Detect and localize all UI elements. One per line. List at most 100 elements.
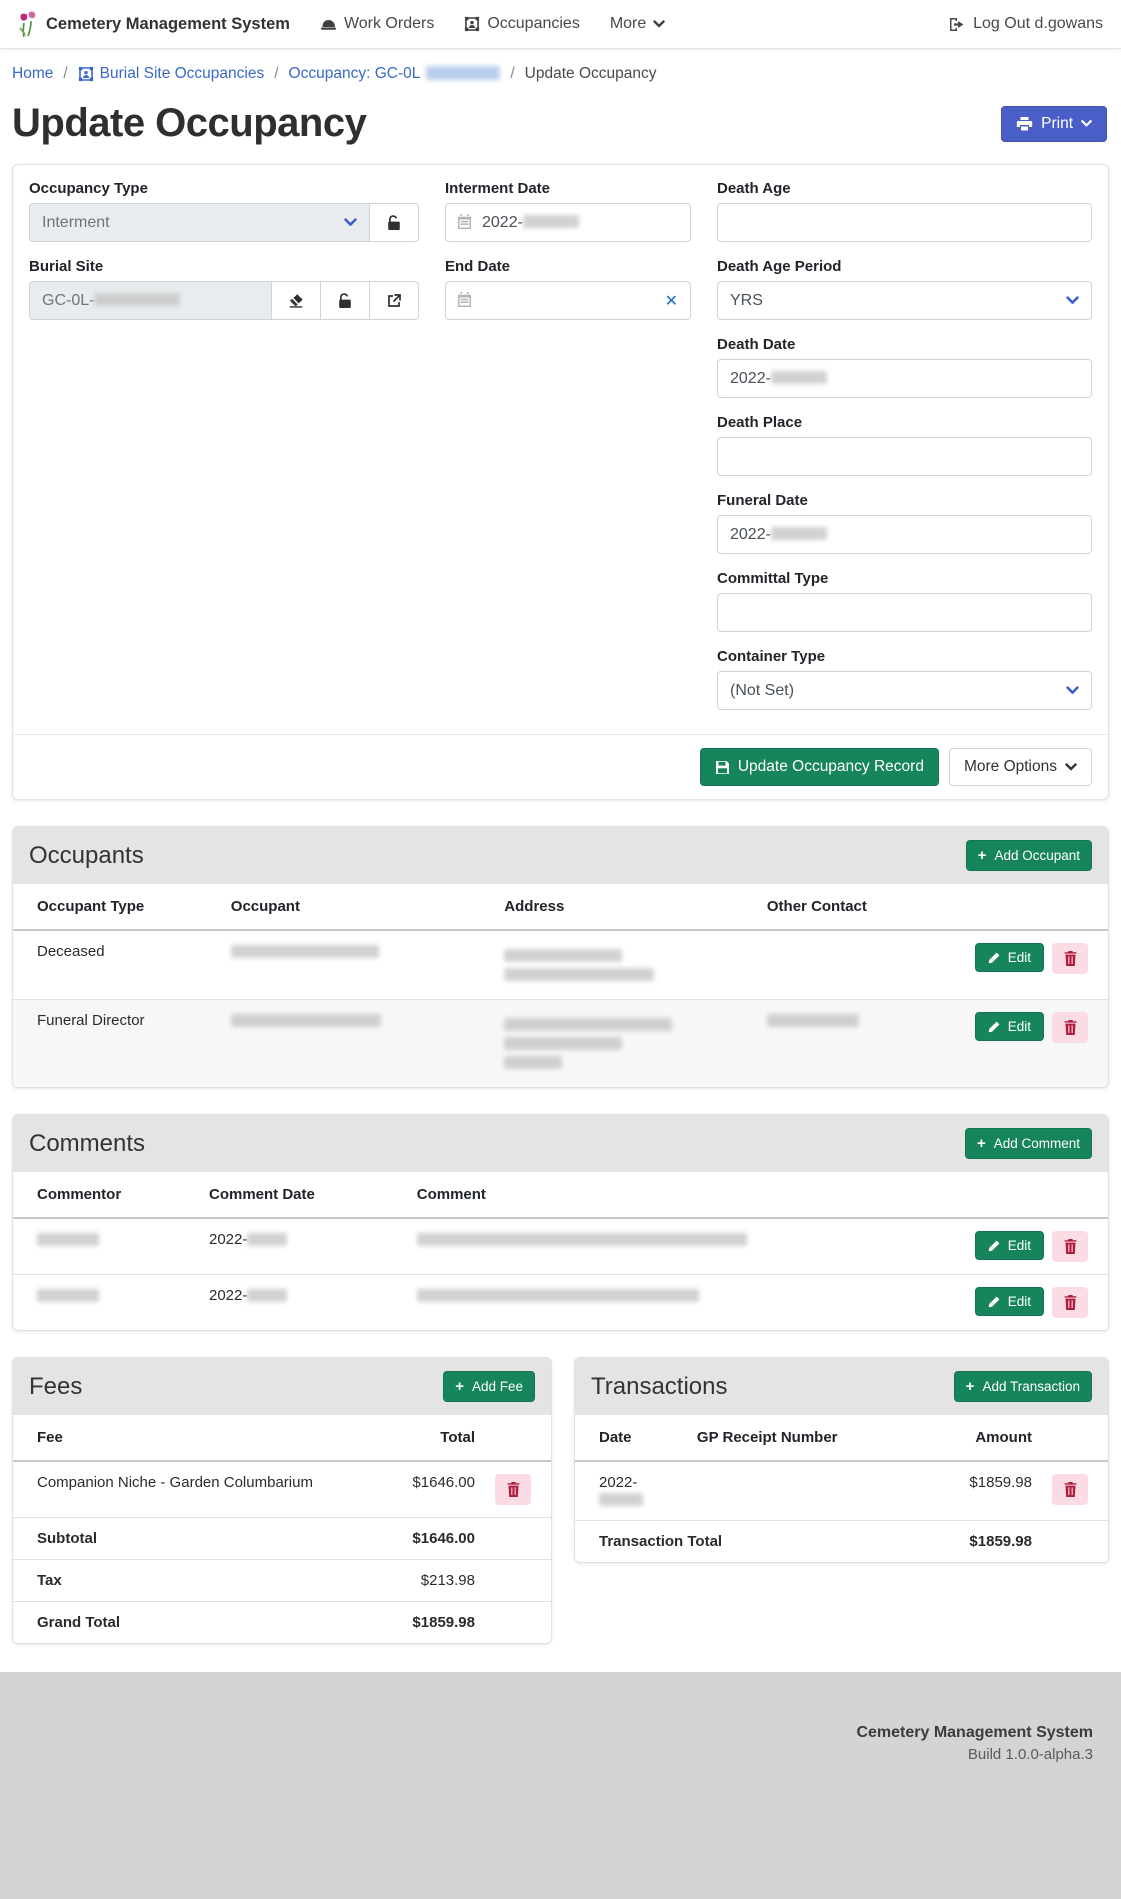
transaction-total-value: $1859.98 <box>932 1521 1042 1563</box>
pencil-icon <box>988 1296 1000 1308</box>
fees-title: Fees <box>29 1373 82 1401</box>
trash-icon <box>1064 1020 1077 1035</box>
update-occupancy-record-button[interactable]: Update Occupancy Record <box>700 748 939 786</box>
death-age-period-select[interactable]: YRS <box>717 281 1092 320</box>
end-date-input[interactable]: ✕ <box>445 281 691 320</box>
col-other-contact: Other Contact <box>757 884 965 930</box>
add-occupant-button[interactable]: + Add Occupant <box>966 840 1092 871</box>
logout-button[interactable]: Log Out d.gowans <box>948 15 1103 33</box>
fee-total-cell: $1646.00 <box>375 1461 485 1518</box>
nav-occupancies-label: Occupancies <box>487 15 580 33</box>
death-age-input[interactable] <box>717 203 1092 242</box>
add-comment-button[interactable]: + Add Comment <box>965 1128 1092 1159</box>
grand-total-label: Grand Total <box>13 1602 375 1644</box>
transaction-date-prefix: 2022- <box>599 1474 637 1491</box>
edit-occupant-button[interactable]: Edit <box>975 943 1044 972</box>
breadcrumb-home[interactable]: Home <box>12 65 53 83</box>
interment-date-label: Interment Date <box>445 180 691 197</box>
add-fee-button[interactable]: + Add Fee <box>443 1371 535 1402</box>
breadcrumb-occupancy[interactable]: Occupancy: GC-0L <box>289 65 501 83</box>
occupants-card: Occupants + Add Occupant Occupant Type O… <box>12 826 1109 1088</box>
trash-icon <box>1064 951 1077 966</box>
trash-icon <box>1064 1239 1077 1254</box>
add-transaction-label: Add Transaction <box>982 1379 1080 1394</box>
redacted-text <box>231 1014 381 1027</box>
death-age-period-value: YRS <box>730 292 763 310</box>
redacted-text <box>504 968 654 981</box>
breadcrumb-burial-site-occupancies[interactable]: Burial Site Occupancies <box>78 65 265 83</box>
delete-comment-button[interactable] <box>1052 1287 1088 1318</box>
transactions-title: Transactions <box>591 1373 728 1401</box>
edit-comment-button[interactable]: Edit <box>975 1231 1044 1260</box>
funeral-date-value-prefix: 2022- <box>730 526 771 544</box>
add-transaction-button[interactable]: + Add Transaction <box>954 1371 1092 1402</box>
nav-work-orders[interactable]: Work Orders <box>320 15 434 33</box>
committal-type-input[interactable] <box>717 593 1092 632</box>
tax-value: $213.98 <box>375 1560 485 1602</box>
chevron-down-icon <box>1066 296 1079 305</box>
more-options-dropdown-button[interactable]: More Options <box>949 748 1092 786</box>
breadcrumb-burial-site-occupancies-label: Burial Site Occupancies <box>100 65 265 83</box>
edit-occupant-button[interactable]: Edit <box>975 1012 1044 1041</box>
redacted-text <box>504 1018 672 1031</box>
occupancy-type-select[interactable]: Interment <box>29 203 370 242</box>
pencil-icon <box>988 952 1000 964</box>
tax-label: Tax <box>13 1560 375 1602</box>
page-header: Update Occupancy Print <box>0 93 1121 164</box>
eraser-icon <box>288 293 304 308</box>
container-type-select[interactable]: (Not Set) <box>717 671 1092 710</box>
death-date-input[interactable]: 2022- <box>717 359 1092 398</box>
more-options-label: More Options <box>964 758 1057 776</box>
edit-label: Edit <box>1008 1294 1031 1309</box>
delete-comment-button[interactable] <box>1052 1231 1088 1262</box>
burial-site-erase-button[interactable] <box>272 281 321 320</box>
fees-grand-total-row: Grand Total $1859.98 <box>13 1602 551 1644</box>
plus-icon: + <box>966 1379 975 1394</box>
delete-occupant-button[interactable] <box>1052 1012 1088 1043</box>
comment-row: 2022- Edit <box>13 1275 1108 1331</box>
burial-site-lock-button[interactable] <box>321 281 370 320</box>
transaction-total-row: Transaction Total $1859.98 <box>575 1521 1108 1563</box>
end-date-clear-button[interactable]: ✕ <box>665 291 678 311</box>
nav-occupancies[interactable]: Occupancies <box>464 15 580 33</box>
trash-icon <box>1064 1295 1077 1310</box>
update-occupancy-record-label: Update Occupancy Record <box>738 758 924 776</box>
burial-site-open-button[interactable] <box>370 281 419 320</box>
occupancy-type-lock-button[interactable] <box>370 203 419 242</box>
occupancy-type-label: Occupancy Type <box>29 180 419 197</box>
delete-occupant-button[interactable] <box>1052 943 1088 974</box>
funeral-date-label: Funeral Date <box>717 492 1092 509</box>
calendar-icon <box>457 292 472 308</box>
chevron-down-icon <box>344 218 357 227</box>
tulips-logo-icon <box>18 11 38 38</box>
burial-site-input[interactable]: GC-0L- <box>29 281 272 320</box>
breadcrumb-occupancy-label: Occupancy: GC-0L <box>289 65 421 83</box>
hard-hat-icon <box>320 17 337 32</box>
transaction-total-label: Transaction Total <box>575 1521 932 1563</box>
redacted-text <box>504 1037 622 1050</box>
print-dropdown-button[interactable]: Print <box>1001 106 1107 142</box>
app-brand[interactable]: Cemetery Management System <box>18 11 290 38</box>
subtotal-value: $1646.00 <box>375 1518 485 1560</box>
death-date-value-prefix: 2022- <box>730 370 771 388</box>
pencil-icon <box>988 1021 1000 1033</box>
fee-name-cell: Companion Niche - Garden Columbarium <box>13 1461 375 1518</box>
chevron-down-icon <box>1066 686 1079 695</box>
trash-icon <box>1064 1482 1077 1497</box>
occupant-row: Deceased Edit <box>13 930 1108 1000</box>
fees-subtotal-row: Subtotal $1646.00 <box>13 1518 551 1560</box>
delete-transaction-button[interactable] <box>1052 1474 1088 1505</box>
nav-more-dropdown[interactable]: More <box>610 15 665 33</box>
amount-cell: $1859.98 <box>932 1461 1042 1521</box>
footer-app-name: Cemetery Management System <box>0 1724 1093 1742</box>
occupancy-form-card: Occupancy Type Interment <box>12 164 1109 800</box>
funeral-date-input[interactable]: 2022- <box>717 515 1092 554</box>
occupant-row: Funeral Director Edit <box>13 1000 1108 1088</box>
edit-comment-button[interactable]: Edit <box>975 1287 1044 1316</box>
death-place-input[interactable] <box>717 437 1092 476</box>
interment-date-input[interactable]: 2022- <box>445 203 691 242</box>
col-address: Address <box>494 884 757 930</box>
container-type-value: (Not Set) <box>730 682 794 700</box>
delete-fee-button[interactable] <box>495 1474 531 1505</box>
breadcrumb: Home / Burial Site Occupancies / Occupan… <box>0 49 1121 93</box>
